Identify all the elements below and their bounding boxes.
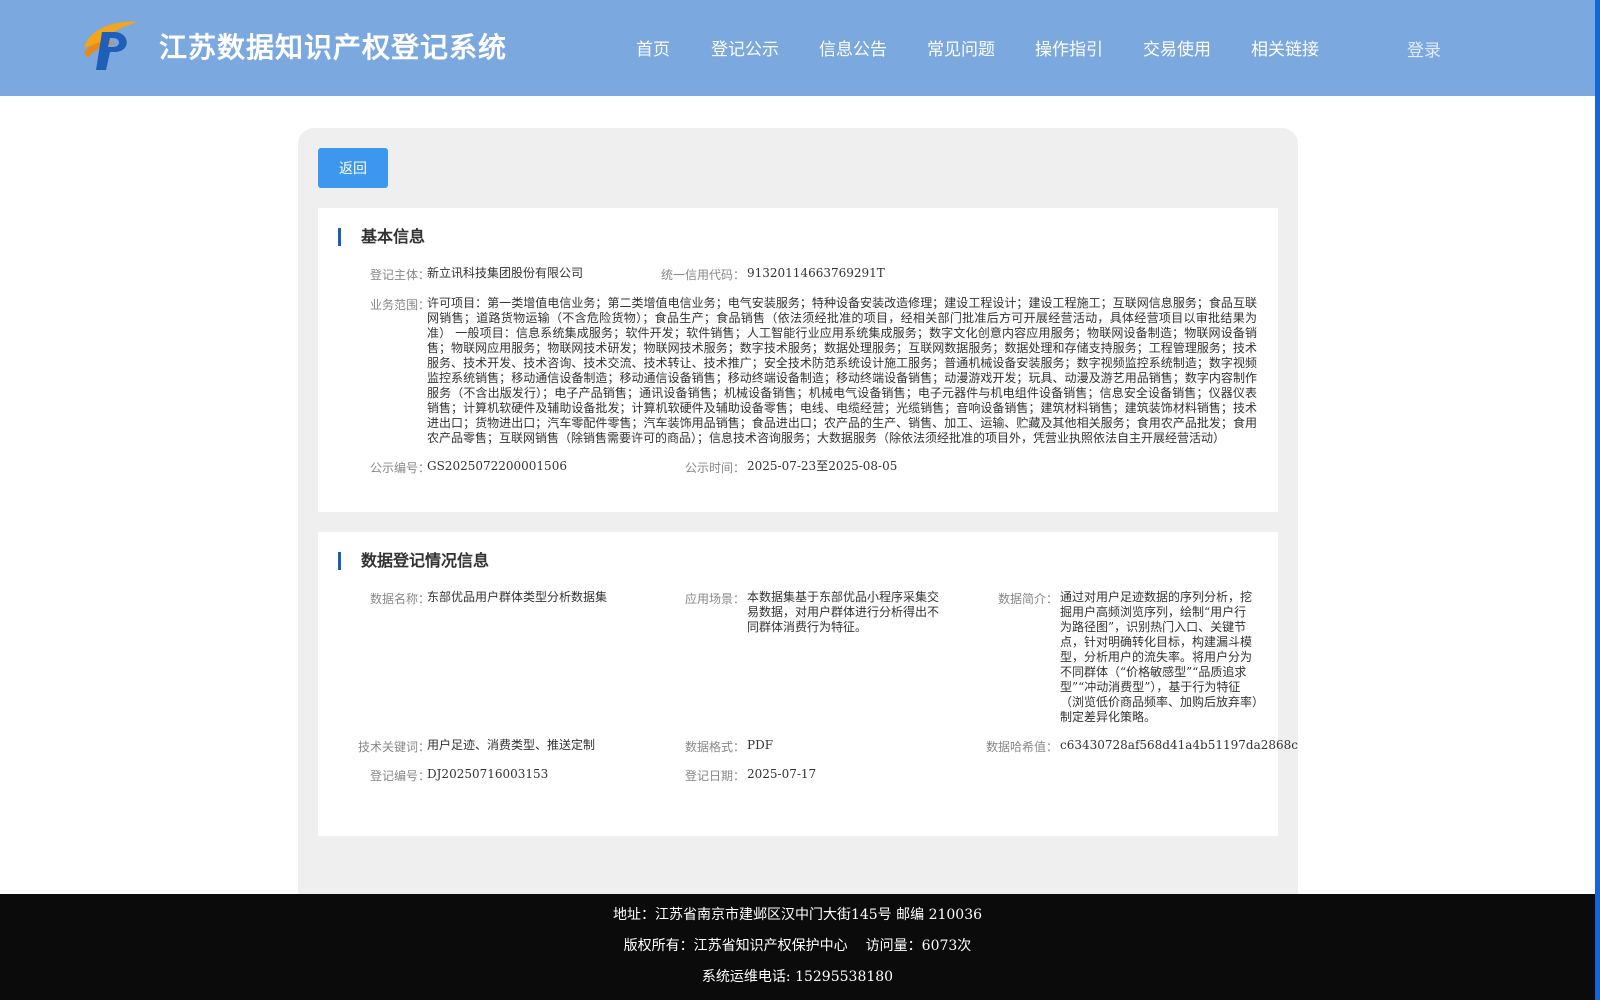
data-name-label: 数据名称： — [369, 592, 430, 606]
nav-related-links[interactable]: 相关链接 — [1251, 35, 1319, 60]
footer-copyright: 版权所有：江苏省知识产权保护中心 — [623, 938, 848, 954]
footer-copyright-line: 版权所有：江苏省知识产权保护中心 访问量：6073次 — [0, 935, 1595, 955]
credit-code-value: 91320114663769291T — [747, 266, 885, 280]
data-registration-panel: 数据登记情况信息 数据名称： 东部优品用户群体类型分析数据集 应用场景： 本数据… — [318, 532, 1298, 836]
keywords-label: 技术关键词： — [357, 740, 430, 754]
nav-transaction-use[interactable]: 交易使用 — [1143, 35, 1211, 60]
reg-no-label: 登记编号： — [369, 769, 430, 783]
data-registration-title: 数据登记情况信息 — [338, 552, 489, 570]
footer-phone: 系统运维电话: 15295538180 — [701, 969, 894, 985]
back-button[interactable]: 返回 — [318, 148, 388, 188]
site-title: 江苏数据知识产权登记系统 — [159, 31, 508, 64]
site-logo-icon — [84, 21, 138, 70]
data-name-value: 东部优品用户群体类型分析数据集 — [427, 590, 608, 604]
format-label: 数据格式： — [684, 740, 745, 754]
nav-operation-guide[interactable]: 操作指引 — [1035, 35, 1103, 60]
reg-no-value: DJ20250716003153 — [427, 767, 549, 781]
publicity-time-label: 公示时间： — [684, 461, 745, 475]
scenario-value: 本数据集基于东部优品小程序采集交易数据，对用户群体进行分析得出不同群体消费行为特… — [747, 590, 940, 634]
format-value: PDF — [747, 738, 774, 752]
nav-registration-publicity[interactable]: 登记公示 — [711, 35, 779, 60]
login-link[interactable]: 登录 — [1407, 36, 1441, 61]
detail-card: 返回 基本信息 登记主体： 新立讯科技集团股份有限公司 统一信用代码： 9132… — [298, 128, 1298, 908]
site-header: 江苏数据知识产权登记系统 首页 登记公示 信息公告 常见问题 操作指引 交易使用… — [0, 0, 1595, 96]
nav-home[interactable]: 首页 — [636, 35, 670, 60]
publicity-no-label: 公示编号： — [369, 461, 430, 475]
registrant-value: 新立讯科技集团股份有限公司 — [427, 266, 584, 280]
window-edge — [1595, 0, 1600, 1000]
reg-date-value: 2025-07-17 — [747, 767, 817, 781]
publicity-time-value: 2025-07-23至2025-08-05 — [747, 459, 898, 473]
publicity-no-value: GS2025072200001506 — [427, 459, 567, 473]
hash-value: c63430728af568d41a4b51197da2868c — [1060, 738, 1298, 752]
nav-faq[interactable]: 常见问题 — [927, 35, 995, 60]
registrant-label: 登记主体： — [369, 268, 430, 282]
site-footer: 地址：江苏省南京市建邺区汉中门大街145号 邮编 210036 版权所有：江苏省… — [0, 894, 1595, 1000]
scenario-label: 应用场景： — [684, 592, 745, 606]
basic-info-panel: 基本信息 登记主体： 新立讯科技集团股份有限公司 统一信用代码： 9132011… — [318, 208, 1278, 512]
footer-address: 地址：江苏省南京市建邺区汉中门大街145号 邮编 210036 — [612, 907, 983, 923]
hash-label: 数据哈希值： — [985, 740, 1058, 754]
summary-label: 数据简介： — [997, 592, 1058, 606]
summary-value: 通过对用户足迹数据的序列分析，挖掘用户高频浏览序列，绘制“用户行为路径图”，识别… — [1060, 590, 1259, 724]
keywords-value: 用户足迹、消费类型、推送定制 — [427, 738, 596, 752]
business-scope-label: 业务范围： — [369, 298, 430, 312]
credit-code-label: 统一信用代码： — [660, 268, 745, 282]
basic-info-title: 基本信息 — [338, 228, 425, 246]
reg-date-label: 登记日期： — [684, 769, 745, 783]
nav-announcements[interactable]: 信息公告 — [819, 35, 887, 60]
footer-visits: 访问量：6073次 — [865, 938, 972, 954]
business-scope-value: 许可项目：第一类增值电信业务；第二类增值电信业务；电气安装服务；特种设备安装改造… — [427, 296, 1257, 445]
